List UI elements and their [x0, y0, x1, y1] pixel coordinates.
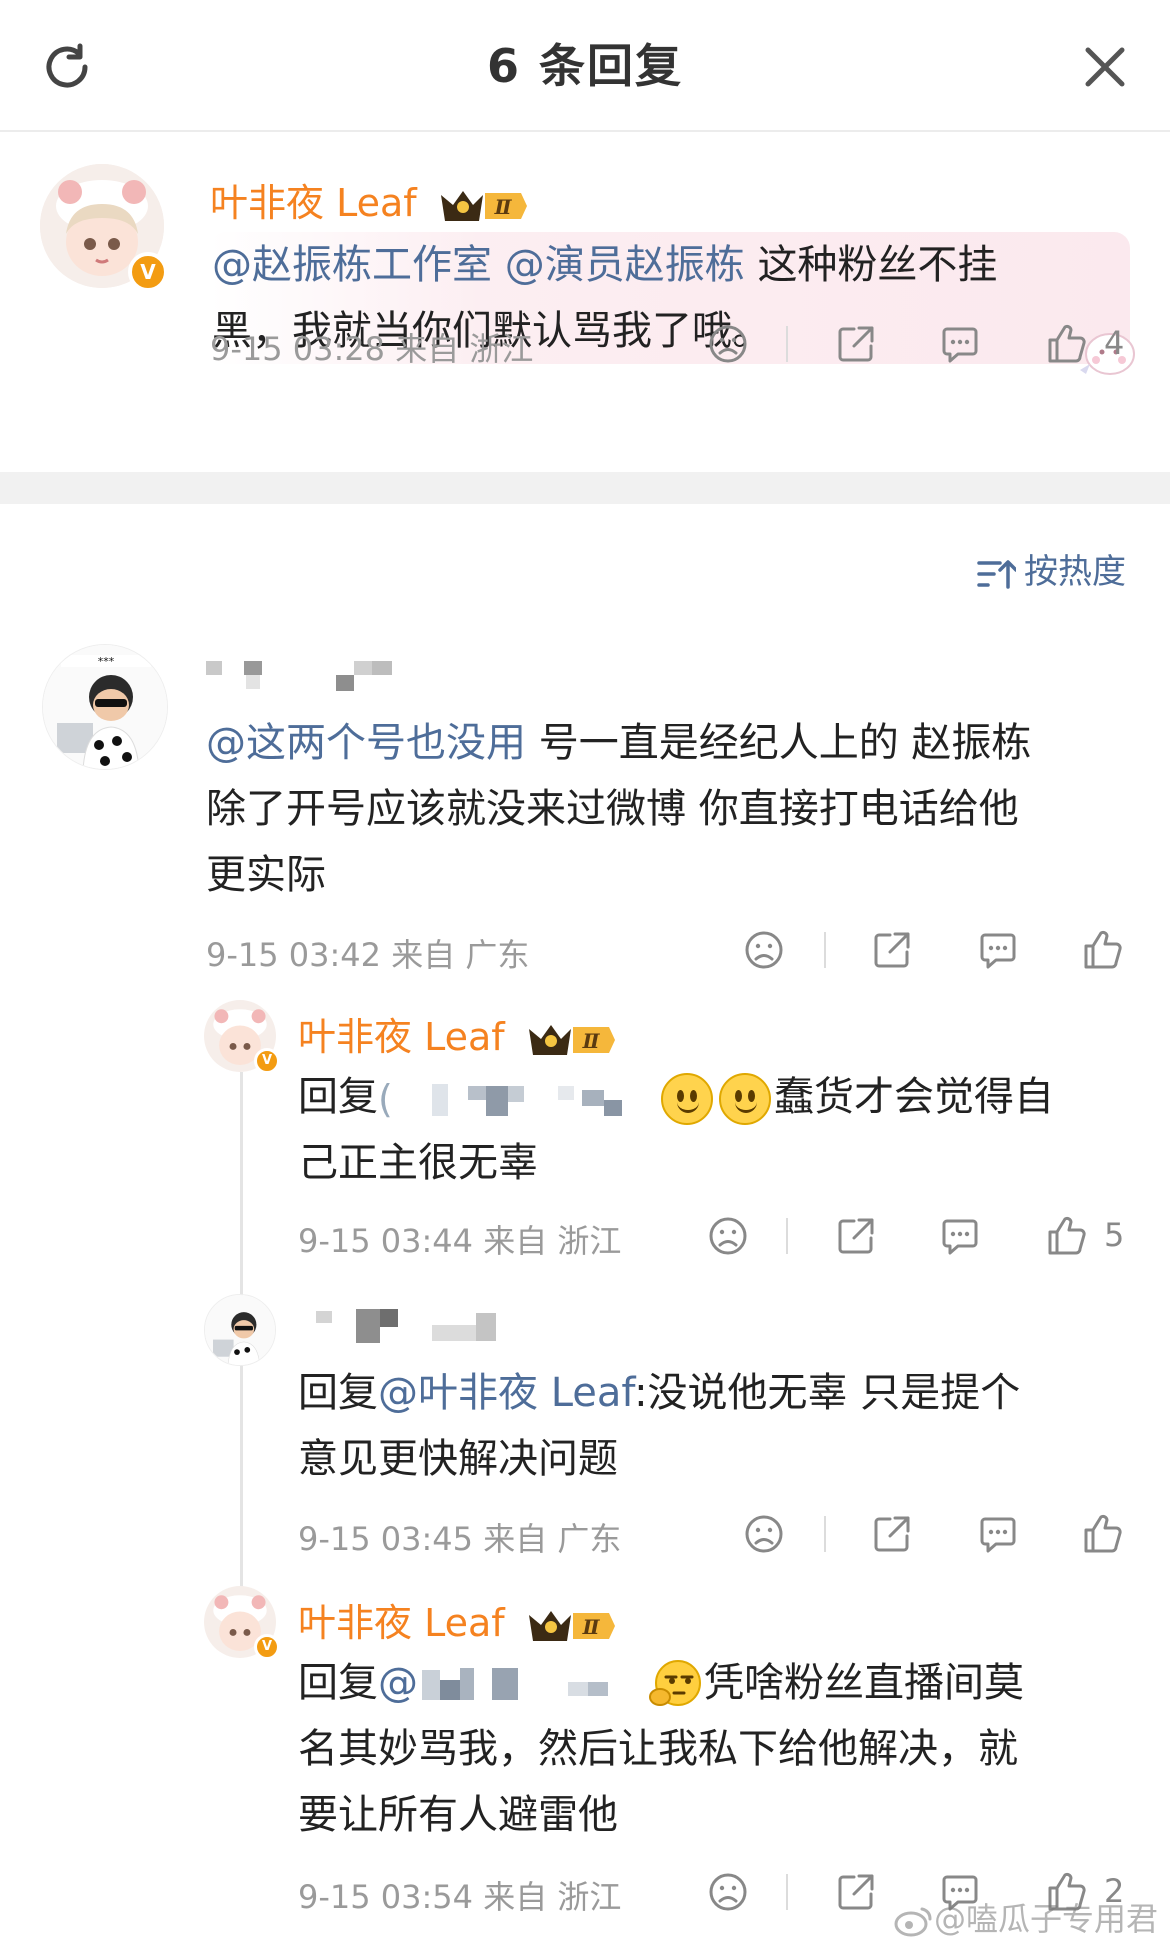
comment-item: *** @这两个号也没用 号一直是经纪人上的 赵振栋 除了开号应该就没来过微博 …	[0, 630, 1170, 1030]
reply-header: 6 条回复	[0, 0, 1170, 132]
author-name-blurred[interactable]	[206, 652, 406, 699]
dislike-icon[interactable]	[704, 1868, 752, 1916]
like-icon[interactable]	[1078, 926, 1126, 974]
action-bar	[736, 926, 1136, 974]
like-count: 5	[1104, 1216, 1125, 1254]
reply-prefix: 回复	[298, 1074, 378, 1120]
reply-item: 回复@叶非夜 Leaf:没说他无辜 只是提个 意见更快解决问题 9-15 03:…	[0, 1290, 1170, 1580]
author-name-blurred[interactable]	[316, 1302, 516, 1349]
vip-crown-icon: Ⅱ	[528, 1024, 615, 1055]
comment-body: 回复( 蠢货才会觉得自 己正主很无辜	[298, 1064, 1138, 1196]
smile-emoji-icon	[661, 1073, 713, 1125]
action-bar	[736, 1510, 1136, 1558]
share-icon[interactable]	[832, 320, 880, 368]
author-name-text: 叶非夜 Leaf	[298, 1015, 505, 1059]
vip-crown-icon: Ⅱ	[440, 190, 527, 221]
vip-crown-icon: Ⅱ	[528, 1610, 615, 1641]
dislike-icon[interactable]	[704, 320, 752, 368]
like-icon[interactable]	[1042, 320, 1090, 368]
verified-badge-icon: V	[254, 1048, 280, 1074]
reply-item: V 叶非夜 Leaf Ⅱ 回复( 蠢货才会觉得自 己正主很无辜 9-15 03:4…	[0, 996, 1170, 1286]
reply-icon[interactable]	[936, 1212, 984, 1260]
comment-meta: 9-15 03:54 来自 浙江	[298, 1878, 622, 1916]
dislike-icon[interactable]	[740, 1510, 788, 1558]
verified-badge-icon: V	[128, 252, 168, 292]
divider	[824, 1516, 826, 1552]
comment-text: 这种粉丝不挂	[757, 242, 998, 288]
author-name[interactable]: 叶非夜 Leaf Ⅱ	[298, 1592, 617, 1647]
comment-meta: 9-15 03:44 来自 浙江	[298, 1222, 622, 1260]
comment-text: 号一直是经纪人上的 赵振栋	[538, 720, 1032, 766]
reply-icon[interactable]	[936, 320, 984, 368]
thinking-emoji-icon	[649, 1660, 701, 1706]
svg-text:(: (	[378, 1077, 393, 1121]
watermark-text: @嗑瓜子专用君	[933, 1900, 1158, 1938]
action-bar: 4	[700, 320, 1130, 368]
action-bar: 5	[700, 1212, 1130, 1260]
comment-body: @这两个号也没用 号一直是经纪人上的 赵振栋 除了开号应该就没来过微博 你直接打…	[206, 710, 1146, 908]
comment-text: 蠢货才会觉得自	[774, 1074, 1054, 1120]
mention-link[interactable]: @	[378, 1660, 418, 1706]
divider	[824, 932, 826, 968]
like-icon[interactable]	[1078, 1510, 1126, 1558]
comment-text: 除了开号应该就没来过微博 你直接打电话给他	[206, 786, 1019, 832]
reply-prefix: 回复	[298, 1370, 378, 1416]
comment-text: 要让所有人避雷他	[298, 1792, 618, 1838]
page-title: 6 条回复	[486, 39, 684, 93]
divider	[786, 1874, 788, 1910]
comment-text: 意见更快解决问题	[298, 1436, 618, 1482]
author-name[interactable]: 叶非夜 Leaf Ⅱ	[210, 172, 529, 227]
vip-level-text: Ⅱ	[581, 1615, 600, 1639]
mention-link[interactable]: @叶非夜 Leaf	[378, 1370, 634, 1416]
sort-button[interactable]: 按热度	[976, 544, 1126, 593]
reply-icon[interactable]	[974, 926, 1022, 974]
reply-icon[interactable]	[974, 1510, 1022, 1558]
reply-prefix: 回复	[298, 1660, 378, 1706]
author-name-text: 叶非夜 Leaf	[298, 1601, 505, 1645]
author-name-text: 叶非夜 Leaf	[210, 181, 417, 225]
watermark: @嗑瓜子专用君	[894, 1894, 1158, 1940]
blurred-mention[interactable]	[418, 1662, 648, 1708]
vip-level-text: Ⅱ	[493, 195, 512, 219]
mention-link[interactable]: @这两个号也没用	[206, 720, 526, 766]
mention-link[interactable]: @演员赵振栋	[505, 242, 745, 288]
svg-text:***: ***	[98, 655, 115, 668]
root-comment: V 叶非夜 Leaf Ⅱ @赵振栋工作室 @演员赵振栋 这种粉丝不挂 黑，我就当…	[0, 134, 1170, 472]
comment-text: 更实际	[206, 852, 326, 898]
reply-item: V 叶非夜 Leaf Ⅱ 回复@ 凭啥粉丝直播间莫 名其妙骂我，然后让我私下给他解…	[0, 1582, 1170, 1942]
weibo-logo-icon	[894, 1907, 932, 1937]
author-name[interactable]: 叶非夜 Leaf Ⅱ	[298, 1006, 617, 1061]
close-icon[interactable]	[1078, 40, 1132, 94]
like-icon[interactable]	[1042, 1212, 1090, 1260]
avatar[interactable]	[204, 1294, 276, 1366]
dislike-icon[interactable]	[704, 1212, 752, 1260]
share-icon[interactable]	[868, 1510, 916, 1558]
section-gap	[0, 472, 1170, 504]
comment-text: :没说他无辜 只是提个	[634, 1370, 1021, 1416]
smile-emoji-icon	[719, 1073, 771, 1125]
share-icon[interactable]	[832, 1212, 880, 1260]
sort-icon	[977, 559, 1018, 589]
mention-link[interactable]: @赵振栋工作室	[212, 242, 492, 288]
comment-meta: 9-15 03:45 来自 广东	[298, 1520, 622, 1558]
divider	[786, 1218, 788, 1254]
comment-body: 回复@叶非夜 Leaf:没说他无辜 只是提个 意见更快解决问题	[298, 1360, 1138, 1492]
like-count: 4	[1104, 324, 1125, 362]
comment-body: 回复@ 凭啥粉丝直播间莫 名其妙骂我，然后让我私下给他解决，就 要让所有人避雷他	[298, 1650, 1138, 1848]
avatar[interactable]: ***	[42, 644, 168, 770]
share-icon[interactable]	[868, 926, 916, 974]
blurred-mention[interactable]: (	[378, 1076, 658, 1122]
vip-level-text: Ⅱ	[581, 1029, 600, 1053]
comment-text: 己正主很无辜	[298, 1140, 538, 1186]
verified-badge-icon: V	[254, 1634, 280, 1660]
comment-meta: 9-15 03:28 来自 浙江	[210, 330, 534, 368]
dislike-icon[interactable]	[740, 926, 788, 974]
comment-text: 名其妙骂我，然后让我私下给他解决，就	[298, 1726, 1018, 1772]
comment-text: 凭啥粉丝直播间莫	[704, 1660, 1024, 1706]
comment-meta: 9-15 03:42 来自 广东	[206, 936, 530, 974]
sort-label: 按热度	[1024, 552, 1126, 592]
share-icon[interactable]	[832, 1868, 880, 1916]
divider	[786, 326, 788, 362]
